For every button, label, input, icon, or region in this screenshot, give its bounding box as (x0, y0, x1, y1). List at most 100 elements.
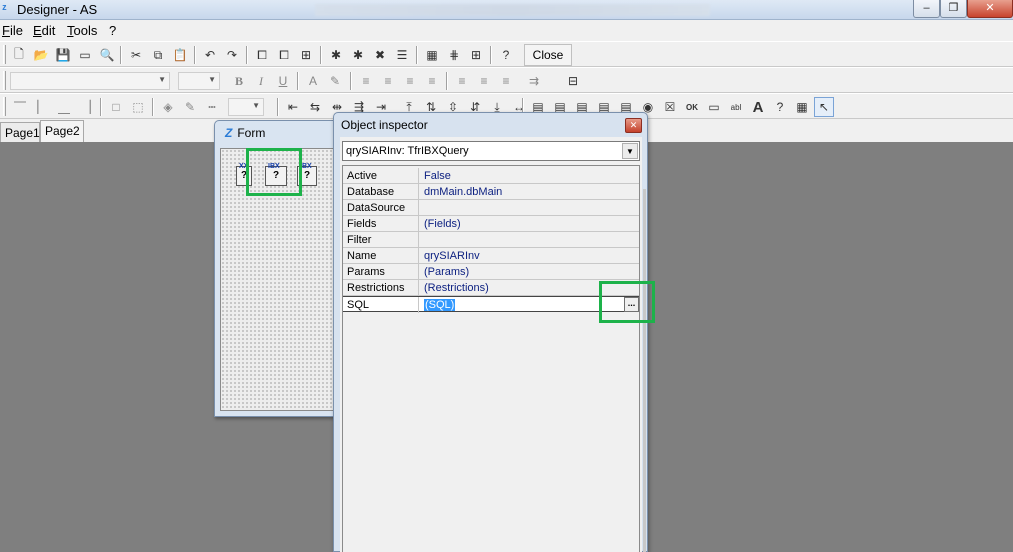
ibx-query-icon[interactable]: ? (770, 97, 790, 117)
underline-icon[interactable]: U (273, 71, 293, 91)
align-lefts-icon[interactable]: ⇤ (283, 97, 303, 117)
valign-center-icon[interactable]: ≡ (474, 71, 494, 91)
align-center-icon[interactable]: ≡ (378, 71, 398, 91)
separator (416, 46, 418, 64)
property-value[interactable]: False (421, 168, 639, 184)
italic-icon[interactable]: I (251, 71, 271, 91)
property-value[interactable]: dmMain.dbMain (421, 184, 639, 200)
insert-data-band-icon[interactable]: ✱ (348, 45, 368, 65)
save-icon[interactable]: 💾 (53, 45, 73, 65)
property-row[interactable]: Params (Params) (343, 264, 639, 280)
align-h-centers-icon[interactable]: ⇆ (305, 97, 325, 117)
chevron-down-icon[interactable]: ▼ (622, 143, 638, 159)
toolbar-grip[interactable] (3, 45, 6, 64)
fill-color-icon[interactable]: ◈ (158, 97, 178, 117)
tab-page1[interactable]: Page1 (0, 122, 40, 142)
bring-to-front-icon[interactable]: ⧠ (252, 45, 272, 65)
frame-none-icon[interactable]: ⬚ (128, 97, 148, 117)
object-inspector-window[interactable]: Object inspector ✕ qrySIARInv: TfrIBXQue… (333, 112, 648, 552)
paste-icon[interactable]: 📋 (170, 45, 190, 65)
property-value[interactable]: (Params) (421, 264, 639, 280)
menu-edit[interactable]: Edit (33, 23, 55, 38)
maximize-button[interactable]: ❐ (940, 0, 967, 18)
align-justify-icon[interactable]: ≡ (422, 71, 442, 91)
help-context-icon[interactable]: ? (496, 45, 516, 65)
ok-button-icon[interactable]: OK (682, 97, 702, 117)
checkbox-icon[interactable]: ☒ (660, 97, 680, 117)
property-value[interactable]: (Fields) (421, 216, 639, 232)
frame-color-icon[interactable]: ✎ (180, 97, 200, 117)
copy-icon[interactable]: ⧉ (148, 45, 168, 65)
property-row-selected[interactable]: SQL (SQL) ... (343, 296, 639, 313)
preview-icon[interactable]: 🔍 (97, 45, 117, 65)
ibx-table-icon[interactable]: ▦ (792, 97, 812, 117)
menu-tools[interactable]: Tools (67, 23, 97, 38)
separator (350, 72, 352, 90)
rotate-text-icon[interactable]: ⇉ (524, 71, 544, 91)
font-size-combo[interactable]: ▼ (178, 72, 220, 90)
frame-width-combo[interactable]: ▼ (228, 98, 264, 116)
close-designer-button[interactable]: Close (524, 44, 572, 66)
delete-page-icon[interactable]: ✖ (370, 45, 390, 65)
select-tool-icon[interactable]: ↖ (814, 97, 834, 117)
frame-top-icon[interactable]: ⎺ (10, 97, 30, 117)
frame-right-icon[interactable]: ▕ (76, 97, 96, 117)
frame-style-icon[interactable]: ┅ (202, 97, 222, 117)
page-options-icon[interactable]: ☰ (392, 45, 412, 65)
close-icon[interactable]: ✕ (625, 118, 642, 133)
text-object-icon[interactable]: A (748, 97, 768, 117)
separator (152, 98, 154, 116)
property-row[interactable]: Filter (343, 232, 639, 248)
open-folder-icon[interactable]: 📂 (31, 45, 51, 65)
property-value[interactable] (421, 232, 639, 248)
frame-all-icon[interactable]: □ (106, 97, 126, 117)
align-right-icon[interactable]: ≡ (400, 71, 420, 91)
separator (490, 46, 492, 64)
save-all-icon[interactable]: ▭ (75, 45, 95, 65)
edit-control-icon[interactable]: ▭ (704, 97, 724, 117)
bold-icon[interactable]: B (229, 71, 249, 91)
close-window-button[interactable]: ✕ (967, 0, 1013, 18)
label-icon[interactable]: abl (726, 97, 746, 117)
grid-icon[interactable]: ▦ (422, 45, 442, 65)
new-file-icon[interactable]: 🗋 (9, 45, 29, 65)
highlight-box (246, 148, 302, 196)
property-row[interactable]: Name qrySIARInv (343, 248, 639, 264)
redo-icon[interactable]: ↷ (222, 45, 242, 65)
send-to-back-icon[interactable]: ⧠ (274, 45, 294, 65)
tab-page2[interactable]: Page2 (40, 120, 84, 142)
frame-bottom-icon[interactable]: ⎽ (54, 97, 74, 117)
property-row[interactable]: Active False (343, 168, 639, 184)
cut-icon[interactable]: ✂ (126, 45, 146, 65)
property-row[interactable]: Fields (Fields) (343, 216, 639, 232)
highlight-options-icon[interactable]: ⊟ (563, 71, 583, 91)
separator (246, 46, 248, 64)
fit-to-grid-icon[interactable]: ⊞ (466, 45, 486, 65)
highlight-icon[interactable]: ✎ (325, 71, 345, 91)
toolbar-grip[interactable] (3, 71, 6, 90)
blurred-path (315, 4, 710, 16)
property-name: Database (343, 184, 419, 200)
align-to-grid-icon[interactable]: ⋕ (444, 45, 464, 65)
minimize-button[interactable]: – (913, 0, 940, 18)
undo-icon[interactable]: ↶ (200, 45, 220, 65)
valign-bottom-icon[interactable]: ≡ (496, 71, 516, 91)
align-left-icon[interactable]: ≡ (356, 71, 376, 91)
font-name-combo[interactable]: ▼ (10, 72, 170, 90)
menu-file[interactable]: File (2, 23, 23, 38)
insert-band-icon[interactable]: ✱ (326, 45, 346, 65)
object-select[interactable]: qrySIARInv: TfrIBXQuery ▼ (342, 141, 640, 161)
scrollbar[interactable] (643, 189, 646, 552)
property-value[interactable]: qrySIARInv (421, 248, 639, 264)
form-logo-icon: Z (225, 126, 233, 140)
property-row[interactable]: DataSource (343, 200, 639, 216)
property-row[interactable]: Database dmMain.dbMain (343, 184, 639, 200)
property-value[interactable] (421, 200, 639, 216)
font-color-icon[interactable]: A (303, 71, 323, 91)
valign-top-icon[interactable]: ≡ (452, 71, 472, 91)
property-row[interactable]: Restrictions (Restrictions) (343, 280, 639, 296)
group-icon[interactable]: ⊞ (296, 45, 316, 65)
menu-help[interactable]: ? (109, 23, 116, 38)
frame-left-icon[interactable]: ▏ (32, 97, 52, 117)
toolbar-grip[interactable] (3, 97, 6, 116)
